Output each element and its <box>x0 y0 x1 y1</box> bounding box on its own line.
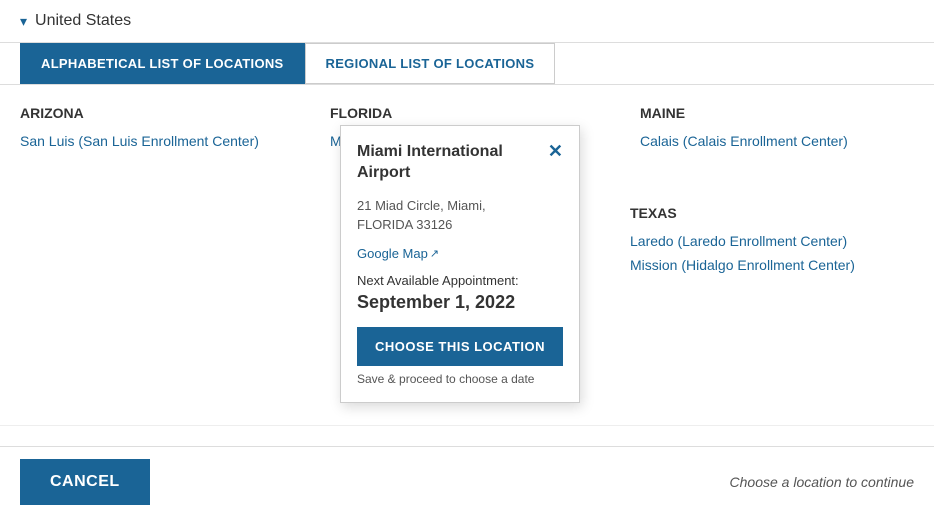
popup-address: 21 Miad Circle, Miami, FLORIDA 33126 <box>357 196 563 235</box>
footer-hint: Choose a location to continue <box>730 474 914 490</box>
google-map-link[interactable]: Google Map ↗ <box>357 246 439 261</box>
location-popup: Miami International Airport ✕ 21 Miad Ci… <box>340 125 580 403</box>
tabs-bar: ALPHABETICAL LIST OF LOCATIONS REGIONAL … <box>0 43 934 85</box>
state-col-arizona: ARIZONA San Luis (San Luis Enrollment Ce… <box>20 105 330 177</box>
close-icon[interactable]: ✕ <box>548 142 563 160</box>
state-col-texas: TEXAS Laredo (Laredo Enrollment Center) … <box>630 205 910 281</box>
save-note: Save & proceed to choose a date <box>357 372 563 386</box>
location-link-mission[interactable]: Mission (Hidalgo Enrollment Center) <box>630 257 910 273</box>
popup-header: Miami International Airport ✕ <box>357 142 563 184</box>
tab-alphabetical[interactable]: ALPHABETICAL LIST OF LOCATIONS <box>20 43 305 84</box>
state-col-maine: MAINE Calais (Calais Enrollment Center) <box>640 105 920 177</box>
choose-location-button[interactable]: CHOOSE THIS LOCATION <box>357 327 563 366</box>
state-heading-florida: FLORIDA <box>330 105 630 121</box>
chevron-down-icon: ▾ <box>20 13 27 30</box>
appointment-label: Next Available Appointment: <box>357 273 563 288</box>
state-heading-texas: TEXAS <box>630 205 910 221</box>
external-link-icon: ↗ <box>430 247 439 260</box>
location-link-laredo[interactable]: Laredo (Laredo Enrollment Center) <box>630 233 910 249</box>
state-heading-arizona: ARIZONA <box>20 105 320 121</box>
address-line2: FLORIDA 33126 <box>357 217 452 232</box>
page-title: United States <box>35 12 131 30</box>
location-link-san-luis[interactable]: San Luis (San Luis Enrollment Center) <box>20 133 320 149</box>
appointment-date: September 1, 2022 <box>357 292 563 313</box>
state-heading-maine: MAINE <box>640 105 910 121</box>
tab-regional[interactable]: REGIONAL LIST OF LOCATIONS <box>305 43 556 84</box>
map-link-label: Google Map <box>357 246 428 261</box>
header-bar: ▾ United States <box>0 0 934 43</box>
cancel-button[interactable]: CANCEL <box>20 459 150 505</box>
popup-title: Miami International Airport <box>357 142 540 184</box>
address-line1: 21 Miad Circle, Miami, <box>357 198 486 213</box>
main-content: ARIZONA San Luis (San Luis Enrollment Ce… <box>0 85 934 425</box>
footer-bar: CANCEL Choose a location to continue <box>0 446 934 517</box>
location-link-calais[interactable]: Calais (Calais Enrollment Center) <box>640 133 910 149</box>
